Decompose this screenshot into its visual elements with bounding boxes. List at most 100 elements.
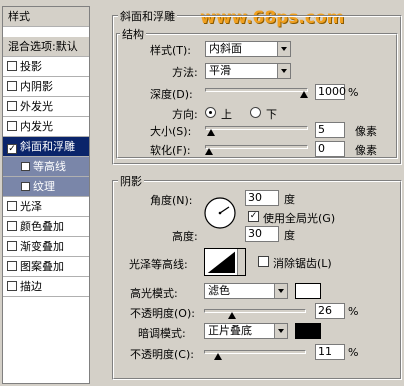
gradient-overlay-item[interactable]: 渐变叠加 [3, 237, 89, 257]
pattern-overlay-checkbox[interactable] [7, 261, 17, 271]
inner-glow-label: 内发光 [20, 120, 53, 133]
inner-shadow-checkbox[interactable] [7, 81, 17, 91]
soften-label: 软化(F): [150, 144, 191, 157]
angle-unit: 度 [284, 193, 295, 206]
chevron-down-icon [277, 64, 290, 78]
drop-shadow-checkbox[interactable] [7, 61, 17, 71]
angle-input[interactable]: 30 [245, 190, 279, 206]
shadow-opacity-input[interactable]: 11 [315, 344, 345, 360]
method-select[interactable]: 平滑 [205, 63, 291, 79]
bevel-emboss-item[interactable]: ✓ 斜面和浮雕 [3, 137, 89, 157]
color-overlay-item[interactable]: 颜色叠加 [3, 217, 89, 237]
shadow-mode-label: 暗调模式: [138, 327, 186, 340]
anti-alias-label: 消除锯齿(L) [273, 257, 332, 270]
anti-alias-checkbox[interactable] [258, 256, 269, 267]
direction-up-label: 上 [221, 108, 232, 121]
bevel-emboss-title: 斜面和浮雕 [118, 8, 177, 24]
styles-list: 样式 混合选项:默认 投影 内阴影 外发光 内发光 ✓ 斜面和浮雕 等高线 纹理 … [2, 6, 90, 384]
outer-glow-item[interactable]: 外发光 [3, 97, 89, 117]
global-light-checkbox[interactable]: ✓ [248, 211, 259, 222]
chevron-down-icon [277, 42, 290, 56]
highlight-opacity-slider-thumb[interactable] [228, 312, 237, 321]
depth-input[interactable]: 1000 [315, 84, 346, 100]
depth-slider[interactable] [205, 88, 308, 92]
angle-dial-icon[interactable] [203, 196, 237, 230]
satin-label: 光泽 [20, 200, 42, 213]
shadow-opacity-unit: % [348, 346, 359, 359]
size-slider-thumb[interactable] [206, 129, 216, 138]
drop-shadow-label: 投影 [20, 60, 42, 73]
shading-title: 阴影 [118, 173, 144, 189]
direction-down-label: 下 [266, 108, 277, 121]
bevel-emboss-label: 斜面和浮雕 [20, 140, 75, 153]
direction-label: 方向: [172, 108, 198, 121]
contour-label: 等高线 [33, 160, 66, 173]
chevron-down-icon [237, 249, 245, 275]
size-input[interactable]: 5 [315, 122, 345, 138]
style-label: 样式(T): [150, 44, 192, 57]
chevron-down-icon [274, 284, 287, 298]
highlight-mode-select[interactable]: 滤色 [204, 283, 288, 299]
highlight-mode-label: 高光模式: [130, 287, 178, 300]
highlight-opacity-slider[interactable] [204, 309, 306, 313]
size-label: 大小(S): [150, 125, 192, 138]
style-select-value: 内斜面 [209, 42, 242, 55]
texture-item[interactable]: 纹理 [3, 177, 89, 197]
size-slider[interactable] [205, 126, 308, 130]
shadow-mode-select[interactable]: 正片叠底 [204, 323, 288, 339]
texture-label: 纹理 [33, 180, 55, 193]
color-overlay-label: 颜色叠加 [20, 220, 64, 233]
pattern-overlay-item[interactable]: 图案叠加 [3, 257, 89, 277]
depth-slider-thumb[interactable] [300, 91, 309, 100]
size-unit: 像素 [355, 125, 377, 138]
highlight-color-swatch[interactable] [295, 283, 321, 299]
style-select[interactable]: 内斜面 [205, 41, 291, 57]
gloss-contour-picker[interactable] [204, 248, 246, 276]
direction-up-radio[interactable] [205, 107, 216, 118]
drop-shadow-item[interactable]: 投影 [3, 57, 89, 77]
inner-glow-item[interactable]: 内发光 [3, 117, 89, 137]
direction-down-radio[interactable] [250, 107, 261, 118]
stroke-item[interactable]: 描边 [3, 277, 89, 297]
soften-slider-thumb[interactable] [205, 148, 214, 157]
bevel-emboss-checkbox[interactable]: ✓ [7, 144, 17, 154]
pattern-overlay-label: 图案叠加 [20, 260, 64, 273]
highlight-opacity-input[interactable]: 26 [315, 303, 345, 319]
outer-glow-checkbox[interactable] [7, 101, 17, 111]
soften-slider[interactable] [205, 145, 308, 149]
texture-checkbox[interactable] [21, 182, 30, 191]
structure-title: 结构 [120, 26, 146, 42]
depth-unit: % [348, 86, 359, 99]
inner-glow-checkbox[interactable] [7, 121, 17, 131]
outer-glow-label: 外发光 [20, 100, 53, 113]
angle-label: 角度(N): [150, 194, 193, 207]
global-light-label: 使用全局光(G) [263, 212, 336, 225]
inner-shadow-item[interactable]: 内阴影 [3, 77, 89, 97]
soften-unit: 像素 [355, 144, 377, 157]
altitude-unit: 度 [284, 229, 295, 242]
satin-checkbox[interactable] [7, 201, 17, 211]
gradient-overlay-label: 渐变叠加 [20, 240, 64, 253]
gloss-contour-label: 光泽等高线: [129, 258, 188, 271]
soften-input[interactable]: 0 [315, 141, 345, 157]
stroke-label: 描边 [20, 280, 42, 293]
highlight-mode-value: 滤色 [208, 284, 230, 297]
blending-options-item[interactable]: 混合选项:默认 [3, 37, 89, 57]
shadow-opacity-label: 不透明度(C): [130, 348, 194, 361]
gradient-overlay-checkbox[interactable] [7, 241, 17, 251]
stroke-checkbox[interactable] [7, 281, 17, 291]
contour-item[interactable]: 等高线 [3, 157, 89, 177]
contour-linear-icon [206, 250, 236, 274]
altitude-input[interactable]: 30 [245, 226, 279, 242]
method-select-value: 平滑 [209, 64, 231, 77]
shadow-opacity-slider-thumb[interactable] [214, 353, 223, 362]
highlight-opacity-unit: % [348, 305, 359, 318]
depth-label: 深度(D): [150, 88, 193, 101]
inner-shadow-label: 内阴影 [20, 80, 53, 93]
satin-item[interactable]: 光泽 [3, 197, 89, 217]
color-overlay-checkbox[interactable] [7, 221, 17, 231]
shadow-color-swatch[interactable] [295, 323, 321, 339]
method-label: 方法: [172, 66, 198, 79]
contour-checkbox[interactable] [21, 162, 30, 171]
shadow-mode-value: 正片叠底 [208, 324, 252, 337]
